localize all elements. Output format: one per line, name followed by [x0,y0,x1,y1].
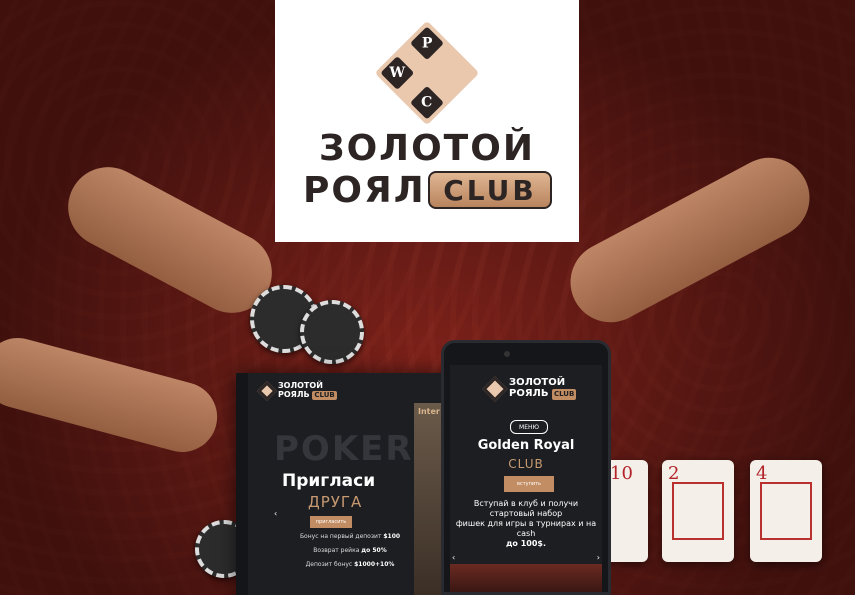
desktop-site-mockup: ЗОЛОТОЙ РОЯЛЬ CLUB POKER Пригласи ДРУГА ‹… [236,373,456,595]
invite-button[interactable]: пригласить [310,516,352,528]
logo-badge: CLUB [428,171,552,209]
bonus-line: Бонус на первый депозит $100 [299,533,401,540]
camera-icon [504,351,510,357]
phone-club: CLUB [508,457,544,471]
logo-letter: W [389,64,406,81]
join-button[interactable]: вступить [504,476,554,492]
background-word: POKER [274,429,414,469]
phone-hero-image [450,564,602,592]
headline: Пригласи [282,471,376,491]
poker-chip [300,300,364,364]
menu-button[interactable]: МЕНЮ [510,420,548,434]
chevron-right-icon[interactable]: › [597,553,600,562]
phone-title: Golden Royal [477,438,575,453]
logo-diamond-icon [482,375,508,402]
bonus-line: Возврат рейка до 50% [313,547,387,554]
bonus-line: Депозит бонус $1000+10% [305,561,395,568]
site-logo[interactable]: ЗОЛОТОЙ РОЯЛЬ CLUB [257,380,337,401]
logo-letter: C [421,94,433,111]
subheadline: ДРУГА [308,493,363,511]
chevron-left-icon[interactable]: ‹ [452,553,455,562]
logo-panel: P C W ЗОЛОТОЙ РОЯЛЬ CLUB [275,0,579,242]
logo-letter: P [421,35,433,52]
logo-diamond-icon [257,380,277,401]
mobile-site-mockup: ЗОЛОТОЙ РОЯЛЬ CLUB МЕНЮ Golden Royal CLUB… [441,340,611,595]
playing-card: 2 [662,460,734,562]
logo-line1: ЗОЛОТОЙ [319,128,535,169]
phone-screen: ЗОЛОТОЙ РОЯЛЬ CLUB МЕНЮ Golden Royal CLUB… [450,365,602,592]
social-sidebar [236,373,248,595]
playing-card: 4 [750,460,822,562]
chevron-left-icon[interactable]: ‹ [274,509,277,518]
logo-diamond: P C W [374,20,480,126]
site-logo[interactable]: ЗОЛОТОЙ РОЯЛЬ CLUB [482,375,577,402]
promo-text: Вступай в клуб и получи стартовый набор ф… [455,499,597,548]
